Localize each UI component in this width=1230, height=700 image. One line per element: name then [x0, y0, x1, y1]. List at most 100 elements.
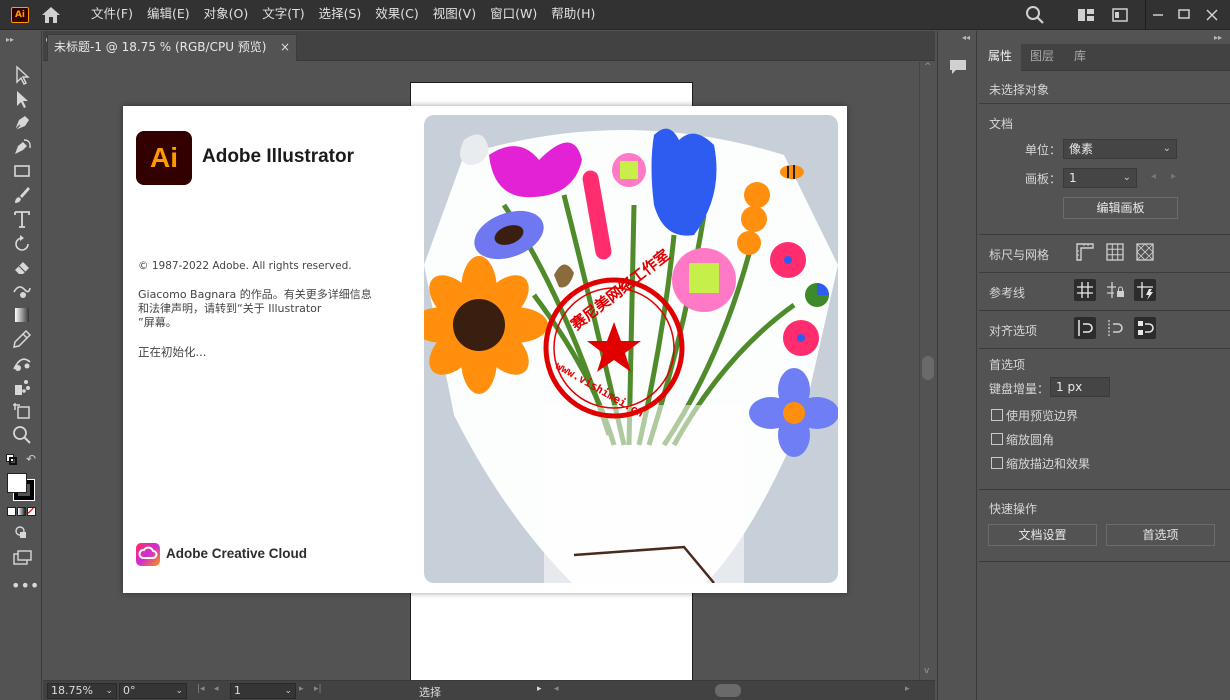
menu-effect[interactable]: 效果(C): [368, 0, 425, 30]
scale-corners-checkbox[interactable]: [991, 433, 1003, 445]
next-artboard-icon[interactable]: ▸: [1171, 171, 1176, 182]
rectangle-tool-icon[interactable]: [11, 160, 33, 182]
snap-to-grid-icon[interactable]: [1134, 317, 1156, 339]
scroll-down-icon[interactable]: v: [924, 666, 929, 676]
vertical-scroll-thumb[interactable]: [922, 356, 934, 380]
credits-line-3: ”屏幕。: [138, 316, 177, 329]
snap-to-point-icon[interactable]: [1074, 317, 1096, 339]
home-icon[interactable]: [40, 6, 62, 24]
swap-fill-stroke-icon[interactable]: ↶: [26, 452, 36, 466]
blend-tool-icon[interactable]: [11, 352, 33, 374]
scale-strokes-checkbox[interactable]: [991, 457, 1003, 469]
snap-to-pixel-icon[interactable]: [1104, 317, 1126, 339]
direct-selection-tool-icon[interactable]: [11, 88, 33, 110]
workspace-switcher-icon[interactable]: [1076, 5, 1096, 25]
artboard-label: 画板：: [1025, 172, 1062, 186]
tab-layers[interactable]: 图层: [1021, 44, 1063, 71]
arrange-documents-icon[interactable]: [1110, 5, 1130, 25]
collapse-panel-icon[interactable]: ▸▸: [1214, 33, 1222, 42]
document-setup-button[interactable]: 文档设置: [988, 524, 1097, 546]
minimize-icon[interactable]: [1148, 5, 1168, 25]
eyedropper-tool-icon[interactable]: [11, 328, 33, 350]
search-icon[interactable]: [1025, 5, 1045, 25]
previous-artboard-nav-icon[interactable]: ◂: [214, 684, 219, 694]
smart-guides-icon[interactable]: [1134, 279, 1156, 301]
menu-file[interactable]: 文件(F): [84, 0, 140, 30]
color-mode-icon[interactable]: [7, 507, 16, 516]
menu-type[interactable]: 文字(T): [255, 0, 311, 30]
show-guides-icon[interactable]: [1074, 279, 1096, 301]
close-window-icon[interactable]: [1202, 5, 1222, 25]
gradient-tool-icon[interactable]: [11, 304, 33, 326]
artboard-tool-icon[interactable]: [11, 400, 33, 422]
use-preview-bounds-checkbox[interactable]: [991, 409, 1003, 421]
scroll-left-icon[interactable]: ◂: [554, 684, 559, 694]
lock-guides-icon[interactable]: [1104, 279, 1126, 301]
quick-actions-section: 快速操作 文档设置 首选项: [979, 489, 1230, 561]
rotate-tool-icon[interactable]: [11, 232, 33, 254]
transparency-grid-icon[interactable]: [1134, 241, 1156, 263]
symbol-sprayer-tool-icon[interactable]: [11, 376, 33, 398]
rulers-grids-label: 标尺与网格: [989, 248, 1050, 262]
close-tab-icon[interactable]: ×: [280, 35, 290, 60]
default-fill-stroke-icon[interactable]: [6, 454, 18, 466]
tab-libraries[interactable]: 库: [1065, 44, 1095, 71]
selection-tool-icon[interactable]: [11, 64, 33, 86]
last-artboard-icon[interactable]: ▸|: [314, 684, 322, 694]
document-tab[interactable]: 未标题-1 @ 18.75 % (RGB/CPU 预览) ×: [47, 34, 297, 61]
comments-icon[interactable]: [948, 57, 968, 77]
status-menu-icon[interactable]: ▸: [537, 684, 542, 694]
menu-select[interactable]: 选择(S): [312, 0, 369, 30]
menu-view[interactable]: 视图(V): [426, 0, 483, 30]
pen-tool-icon[interactable]: [11, 112, 33, 134]
vertical-scrollbar[interactable]: ^ v: [919, 62, 935, 680]
grid-icon[interactable]: [1104, 241, 1126, 263]
collapse-strip-icon[interactable]: ◂◂: [962, 33, 970, 42]
draw-mode-icon[interactable]: [11, 522, 33, 544]
eraser-tool-icon[interactable]: [11, 256, 33, 278]
type-tool-icon[interactable]: [11, 208, 33, 230]
maximize-icon[interactable]: [1174, 5, 1194, 25]
properties-panel: ▸▸ 属性 图层 库 未选择对象 文档 单位： 像素 ⌄ 画板： 1 ⌄ ◂ ▸…: [979, 31, 1230, 700]
warp-tool-icon[interactable]: [11, 280, 33, 302]
splash-artwork: 赛尼美网络工作室 www.vishimei.cn: [424, 115, 838, 583]
first-artboard-icon[interactable]: |◂: [197, 684, 205, 694]
edit-toolbar-icon[interactable]: •••: [11, 578, 39, 602]
scroll-right-icon[interactable]: ▸: [905, 684, 910, 694]
keyboard-increment-input[interactable]: 1 px: [1050, 377, 1110, 397]
rotation-field[interactable]: 0° ⌄: [119, 683, 187, 699]
guides-section: 参考线: [979, 272, 1230, 310]
document-tab-bar: ▸▸ 未标题-1 @ 18.75 % (RGB/CPU 预览) ×: [43, 31, 935, 61]
screen-mode-icon[interactable]: [11, 546, 33, 568]
quick-actions-heading: 快速操作: [989, 502, 1038, 516]
artboard-nav-field[interactable]: 1 ⌄: [230, 683, 296, 699]
menu-edit[interactable]: 编辑(E): [140, 0, 197, 30]
units-dropdown[interactable]: 像素 ⌄: [1063, 139, 1177, 159]
ruler-icon[interactable]: [1074, 241, 1096, 263]
menu-object[interactable]: 对象(O): [197, 0, 256, 30]
fill-stroke-swatch[interactable]: [7, 473, 35, 501]
horizontal-scroll-thumb[interactable]: [715, 684, 741, 697]
collapse-toolbar-icon[interactable]: ▸▸: [6, 35, 14, 44]
edit-artboards-button[interactable]: 编辑画板: [1063, 197, 1178, 219]
gradient-mode-icon[interactable]: [17, 507, 26, 516]
product-name: Adobe Illustrator: [202, 146, 355, 167]
app-logo-icon[interactable]: Ai: [11, 7, 29, 23]
tab-properties[interactable]: 属性: [979, 44, 1021, 71]
no-selection-label: 未选择对象: [989, 83, 1050, 97]
next-artboard-nav-icon[interactable]: ▸: [299, 684, 304, 694]
scroll-up-icon[interactable]: ^: [924, 62, 932, 72]
previous-artboard-icon[interactable]: ◂: [1151, 171, 1156, 182]
none-mode-icon[interactable]: [27, 507, 36, 516]
menu-help[interactable]: 帮助(H): [544, 0, 602, 30]
zoom-tool-icon[interactable]: [11, 424, 33, 446]
artboard-dropdown[interactable]: 1 ⌄: [1063, 168, 1137, 188]
curvature-tool-icon[interactable]: [11, 136, 33, 158]
paintbrush-tool-icon[interactable]: [11, 184, 33, 206]
splash-screen: Ai Adobe Illustrator © 1987-2022 Adobe. …: [123, 106, 847, 593]
preferences-button[interactable]: 首选项: [1106, 524, 1215, 546]
menu-window[interactable]: 窗口(W): [483, 0, 544, 30]
credits-text: Giacomo Bagnara 的作品。有关更多详细信息 和法律声明，请转到“关…: [138, 288, 383, 330]
zoom-level-field[interactable]: 18.75% ⌄: [47, 683, 117, 699]
creative-cloud-label: Adobe Creative Cloud: [166, 546, 308, 561]
